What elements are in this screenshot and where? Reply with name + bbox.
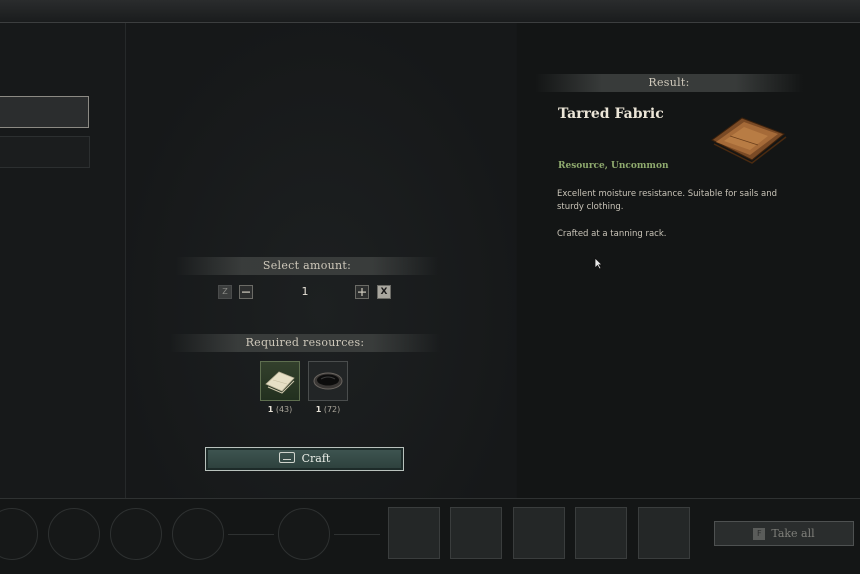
- output-slot[interactable]: [638, 507, 690, 559]
- increment-button[interactable]: [355, 285, 369, 299]
- result-rarity: Resource, Uncommon: [558, 161, 669, 171]
- spacebar-icon: [278, 452, 295, 463]
- output-slot[interactable]: [388, 507, 440, 559]
- decrement-button[interactable]: [239, 285, 253, 299]
- required-amount: 1: [315, 405, 322, 414]
- minus-icon: [242, 291, 250, 293]
- equipment-slot[interactable]: [172, 508, 224, 560]
- owned-amount: (43): [275, 405, 293, 414]
- result-item-name: Tarred Fabric: [558, 106, 664, 122]
- close-amount-button[interactable]: X: [377, 285, 391, 299]
- output-slot[interactable]: [575, 507, 627, 559]
- result-description: Excellent moisture resistance. Suitable …: [557, 189, 777, 212]
- craft-button[interactable]: Craft: [205, 447, 404, 471]
- decrease-key-hint: Z: [218, 285, 232, 299]
- take-all-label: Take all: [771, 527, 815, 540]
- fabric-icon: [265, 371, 295, 394]
- top-bar: [0, 0, 860, 23]
- take-all-key: F: [753, 528, 766, 540]
- result-header: Result:: [535, 74, 803, 92]
- owned-amount: (72): [323, 405, 341, 414]
- resource-count-fabric: 1 (43): [260, 405, 300, 414]
- mouse-cursor-icon: [594, 255, 603, 274]
- equipment-slot[interactable]: [110, 508, 162, 560]
- resource-slot-fabric[interactable]: [260, 361, 300, 401]
- required-resources-header: Required resources:: [170, 334, 440, 352]
- recipe-list-item[interactable]: [0, 136, 90, 168]
- resource-slot-tar[interactable]: [308, 361, 348, 401]
- amount-value[interactable]: 1: [258, 284, 352, 300]
- required-amount: 1: [267, 405, 274, 414]
- result-crafting-note: Crafted at a tanning rack.: [557, 229, 667, 239]
- result-panel: [517, 23, 860, 498]
- craft-button-label: Craft: [301, 452, 331, 465]
- slot-divider: [228, 534, 274, 535]
- tar-bowl-icon: [313, 372, 343, 390]
- equipment-slot[interactable]: [278, 508, 330, 560]
- amount-selector: Z 1 X: [218, 284, 393, 300]
- recipe-list-item-selected[interactable]: [0, 96, 89, 128]
- output-slot[interactable]: [513, 507, 565, 559]
- output-slot[interactable]: [450, 507, 502, 559]
- equipment-slot[interactable]: [48, 508, 100, 560]
- select-amount-header: Select amount:: [176, 257, 438, 275]
- tarred-fabric-icon: [708, 112, 788, 170]
- plus-icon: [358, 288, 366, 296]
- resource-count-tar: 1 (72): [308, 405, 348, 414]
- slot-divider: [334, 534, 380, 535]
- recipe-list-panel: [0, 23, 126, 498]
- take-all-button[interactable]: F Take all: [714, 521, 854, 546]
